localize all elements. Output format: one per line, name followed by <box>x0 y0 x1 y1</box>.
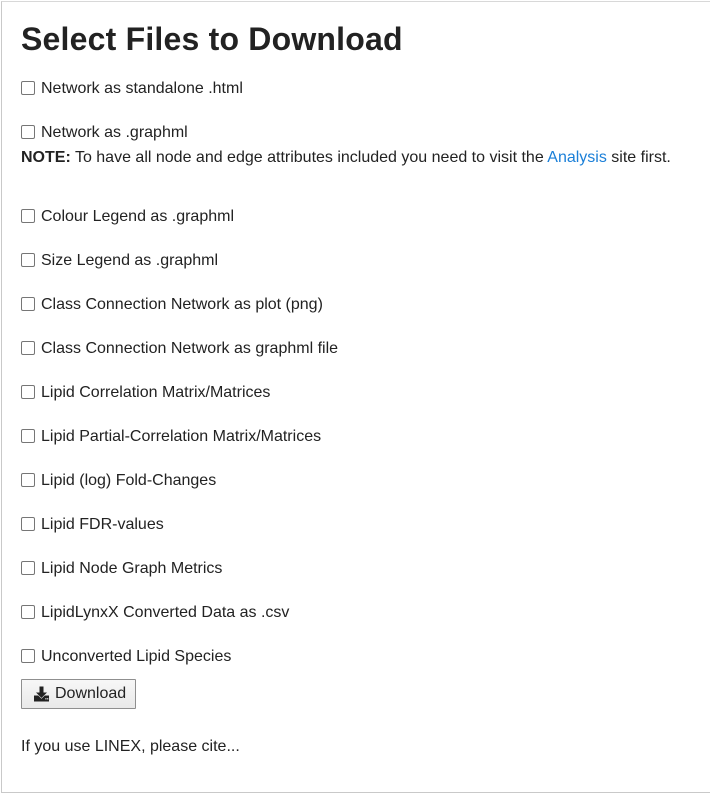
option-label: Network as .graphml <box>41 124 188 141</box>
checkbox-partial-correlation-matrix[interactable] <box>21 429 35 443</box>
cite-text: If you use LINEX, please cite... <box>21 738 240 755</box>
option-label: Lipid Correlation Matrix/Matrices <box>41 384 271 401</box>
option-label: Lipid (log) Fold-Changes <box>41 472 217 489</box>
download-icon <box>34 686 49 702</box>
checkbox-correlation-matrix[interactable] <box>21 385 35 399</box>
option-label: Network as standalone .html <box>41 80 243 97</box>
checkbox-network-graphml[interactable] <box>21 125 35 139</box>
option-network-html[interactable]: Network as standalone .html <box>21 80 243 104</box>
option-label: Colour Legend as .graphml <box>41 208 235 225</box>
checkbox-lipidlynxx-csv[interactable] <box>21 605 35 619</box>
option-lipidlynxx-csv[interactable]: LipidLynxX Converted Data as .csv <box>21 604 289 628</box>
checkbox-fdr-values[interactable] <box>21 517 35 531</box>
option-class-network-graphml[interactable]: Class Connection Network as graphml file <box>21 340 338 364</box>
checkbox-unconverted-species[interactable] <box>21 649 35 663</box>
checkbox-node-graph-metrics[interactable] <box>21 561 35 575</box>
option-label: Size Legend as .graphml <box>41 252 218 269</box>
option-label: Lipid Node Graph Metrics <box>41 560 223 577</box>
download-button-label: Download <box>55 685 127 702</box>
option-label: Unconverted Lipid Species <box>41 648 232 665</box>
option-label: Class Connection Network as plot (png) <box>41 296 323 313</box>
note-text: NOTE: To have all node and edge attribut… <box>21 148 671 168</box>
checkbox-fold-changes[interactable] <box>21 473 35 487</box>
checkbox-colour-legend[interactable] <box>21 209 35 223</box>
option-node-graph-metrics[interactable]: Lipid Node Graph Metrics <box>21 560 222 584</box>
option-label: LipidLynxX Converted Data as .csv <box>41 604 290 621</box>
option-network-graphml[interactable]: Network as .graphml <box>21 124 188 148</box>
analysis-link[interactable]: Analysis <box>547 149 607 166</box>
checkbox-size-legend[interactable] <box>21 253 35 267</box>
option-correlation-matrix[interactable]: Lipid Correlation Matrix/Matrices <box>21 384 270 408</box>
checkbox-class-network-png[interactable] <box>21 297 35 311</box>
option-label: Class Connection Network as graphml file <box>41 340 339 357</box>
option-unconverted-species[interactable]: Unconverted Lipid Species <box>21 648 231 672</box>
option-fold-changes[interactable]: Lipid (log) Fold-Changes <box>21 472 216 496</box>
note-bold: NOTE: <box>21 149 71 166</box>
page-title: Select Files to Download <box>21 21 403 57</box>
option-colour-legend[interactable]: Colour Legend as .graphml <box>21 208 234 232</box>
option-class-network-png[interactable]: Class Connection Network as plot (png) <box>21 296 323 320</box>
option-label: Lipid Partial-Correlation Matrix/Matrice… <box>41 428 322 445</box>
option-partial-correlation-matrix[interactable]: Lipid Partial-Correlation Matrix/Matrice… <box>21 428 321 452</box>
checkbox-network-html[interactable] <box>21 81 35 95</box>
option-label: Lipid FDR-values <box>41 516 164 533</box>
option-size-legend[interactable]: Size Legend as .graphml <box>21 252 218 276</box>
note-after-link: site first. <box>606 149 671 166</box>
note-before-link: To have all node and edge attributes inc… <box>70 149 548 166</box>
download-button[interactable]: Download <box>21 679 136 709</box>
option-fdr-values[interactable]: Lipid FDR-values <box>21 516 164 540</box>
checkbox-class-network-graphml[interactable] <box>21 341 35 355</box>
